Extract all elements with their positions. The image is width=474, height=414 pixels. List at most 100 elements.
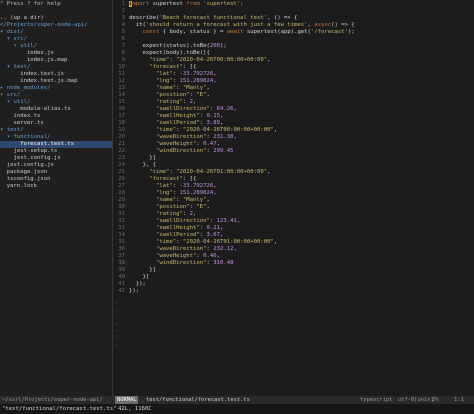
code-line[interactable]: }] — [129, 267, 156, 274]
code-line[interactable]: "time": "2020-04-26T01:00:00+00:00", — [129, 239, 277, 246]
code-line[interactable]: it('should return a forecast with just a… — [129, 22, 355, 29]
code-line[interactable]: "time": "2020-04-26T01:00:00+00:00", — [129, 169, 270, 176]
code-line[interactable]: "lng": 151.289824, — [129, 190, 217, 197]
code-token: -33.792726 — [179, 183, 214, 189]
code-line[interactable]: }, { — [129, 162, 155, 169]
code-line[interactable]: "time": "2020-04-26T00:00:00+00:00", — [129, 127, 277, 134]
line-number: 16 — [118, 106, 125, 112]
tree-entry[interactable]: module-alias.ts — [0, 106, 71, 113]
code-line[interactable]: "position": "E", — [129, 204, 210, 211]
code-line[interactable]: "waveDirection": 232.12, — [129, 246, 237, 253]
code-line[interactable]: }); — [129, 281, 146, 288]
tree-entry[interactable]: ▾ src/ — [0, 92, 20, 99]
code-line[interactable]: "rating": 2, — [129, 211, 196, 218]
tree-entry[interactable]: .. (up a dir) — [0, 15, 44, 22]
tree-entry[interactable]: index.js — [0, 50, 54, 57]
code-token: , — [213, 190, 217, 196]
code-token: , — [206, 204, 210, 210]
tree-entry[interactable]: " Press ? for help — [0, 1, 61, 8]
code-line[interactable]: expect(status).toBe(200); — [129, 43, 226, 50]
tree-entry[interactable]: index.test.js.map — [0, 78, 77, 85]
code-line[interactable]: "windDirection": 310.48 — [129, 260, 234, 267]
line-number: 6 — [121, 36, 125, 42]
code-line[interactable]: "swellDirection": 123.41, — [129, 218, 240, 225]
code-line[interactable]: "rating": 2, — [129, 99, 196, 106]
code-line[interactable]: const { body, status } = await supertest… — [129, 29, 354, 36]
code-line[interactable]: describe('Beach forecast functional test… — [129, 15, 297, 22]
editor-pane[interactable]: 1 2 3 4 5 6 7 8 9 10 11 12 13 14 15 16 17 18 19 20 21 22 23 24 2… — [113, 0, 474, 396]
line-number: 35 — [118, 239, 125, 245]
code-line[interactable]: "swellHeight": 0.15, — [129, 113, 223, 120]
line-number: 27 — [118, 183, 125, 189]
tree-entry[interactable]: index.ts — [0, 113, 40, 120]
tree-entry[interactable]: index.test.js — [0, 71, 64, 78]
tree-entry[interactable]: index.js.map — [0, 57, 67, 64]
tree-entry[interactable]: yarn.lock — [0, 183, 37, 190]
code-line[interactable]: "lng": 151.289824, — [129, 78, 217, 85]
code-line[interactable]: "name": "Manly", — [129, 197, 210, 204]
line-number: 10 — [118, 64, 125, 70]
code-line[interactable]: }] — [129, 155, 156, 162]
tree-entry[interactable]: ▾ functional/ — [0, 134, 51, 141]
line-number: 40 — [118, 274, 125, 280]
tree-entry[interactable]: ▾ dist/ — [0, 29, 24, 36]
tree-entry[interactable]: package.json — [0, 169, 47, 176]
code-line[interactable]: "name": "Manly", — [129, 85, 210, 92]
code-line[interactable]: "waveDirection": 231.38, — [129, 134, 237, 141]
code-line[interactable]: import supertest from 'supertest'; — [129, 1, 244, 8]
code-token: : — [176, 197, 183, 203]
code-line[interactable]: }] — [129, 274, 149, 281]
tree-entry[interactable]: </Projects/super-node-api/ — [0, 22, 88, 29]
line-number: 20 — [118, 134, 125, 140]
code-line[interactable]: "lat": -33.792726, — [129, 71, 217, 78]
tree-entry[interactable]: ▾ src/ — [0, 36, 27, 43]
code-line[interactable]: "time": "2020-04-26T00:00:00+00:00", — [129, 57, 270, 64]
tree-entry[interactable]: ▾ test/ — [0, 127, 24, 134]
line-number: 22 — [118, 148, 125, 154]
tree-entry[interactable]: ▾ test/ — [0, 64, 31, 71]
file-tree-pane[interactable]: " Press ? for help .. (up a dir) </Project… — [0, 0, 112, 396]
code-line[interactable]: "swellHeight": 0.21, — [129, 225, 223, 232]
empty-line-marker: ~ — [115, 343, 119, 349]
code-token: , — [206, 85, 210, 91]
line-number: 34 — [118, 232, 125, 238]
tree-entry[interactable]: jest.config.js — [0, 155, 60, 162]
tree-entry[interactable]: jest-setup.ts — [0, 148, 57, 155]
tree-entry[interactable]: server.ts — [0, 120, 43, 127]
code-line[interactable]: "forecast": [{ — [129, 176, 196, 183]
code-token: 310.48 — [213, 260, 234, 266]
code-token: 151.289824 — [179, 78, 214, 84]
code-line[interactable]: "waveHeight": 0.47, — [129, 141, 220, 148]
code-line[interactable]: "swellPeriod": 3.89, — [129, 120, 223, 127]
code-line[interactable]: "forecast": [{ — [129, 64, 196, 71]
tree-entry[interactable]: ▸ node_modules/ — [0, 85, 51, 92]
code-line[interactable]: "swellPeriod": 3.67, — [129, 232, 223, 239]
code-token: () => { — [331, 22, 355, 28]
code-token: 0.47 — [203, 141, 217, 147]
line-number: 12 — [118, 78, 125, 84]
tree-entry[interactable]: tsconfig.json — [0, 176, 51, 183]
command-line[interactable]: "test/functional/forecast.test.ts" 42L, … — [0, 404, 474, 414]
code-line[interactable]: expect(body).toBe([{ — [129, 50, 210, 57]
code-token: expect(body).toBe([{ — [129, 50, 210, 56]
code-token: "2020-04-26T01:00:00+00:00" — [176, 169, 268, 175]
code-line[interactable]: "position": "E", — [129, 92, 210, 99]
tree-entry[interactable]: forecast.test.ts — [0, 141, 112, 148]
code-line[interactable]: "swellDirection": 64.26, — [129, 106, 237, 113]
tree-entry[interactable]: ▾ util/ — [0, 99, 31, 106]
code-token: 'should return a forecast with just a fe… — [145, 22, 308, 28]
tree-entry[interactable]: ▾ util/ — [0, 43, 37, 50]
code-line[interactable]: "waveHeight": 0.46, — [129, 253, 220, 260]
code-token: , — [216, 141, 220, 147]
code-token: 0.46 — [203, 253, 217, 259]
code-line[interactable]: "windDirection": 299.45 — [129, 148, 234, 155]
code-token: : — [182, 99, 190, 105]
tree-entry[interactable]: jest.config.js — [0, 162, 54, 169]
code-line[interactable]: "lat": -33.792726, — [129, 183, 217, 190]
code-token: , — [213, 71, 217, 77]
code-line[interactable]: }); — [129, 288, 139, 295]
